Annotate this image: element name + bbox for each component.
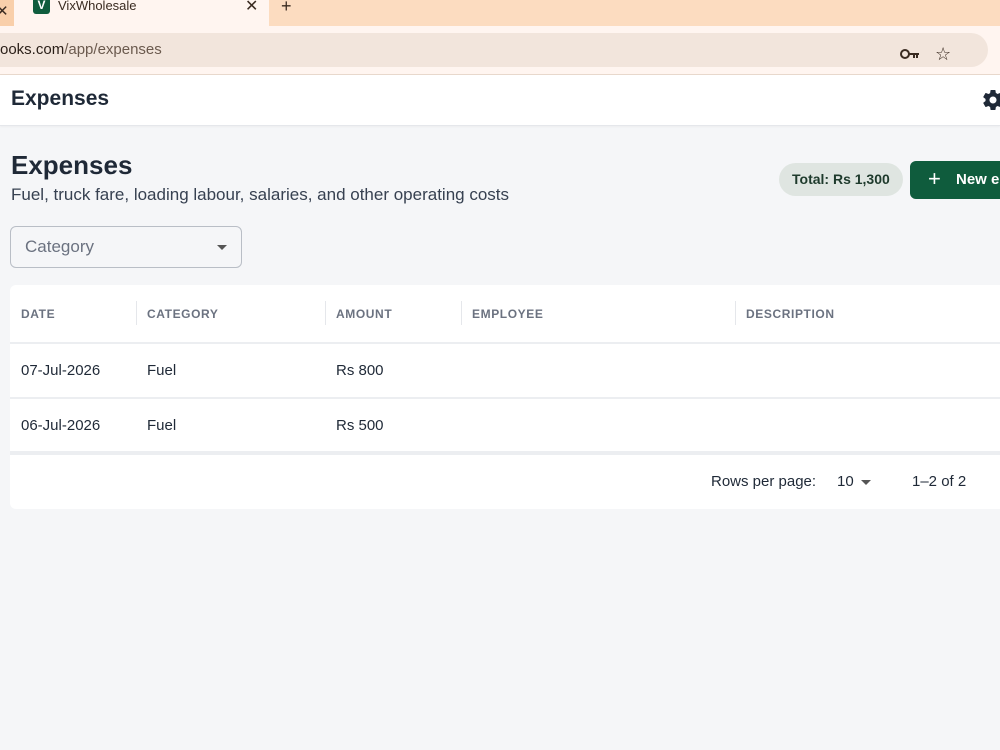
row-divider xyxy=(10,451,1000,455)
app-bar: Expenses xyxy=(0,75,1000,126)
plus-icon: + xyxy=(928,166,941,191)
new-expense-button-label: New e xyxy=(956,171,1000,188)
url-text[interactable]: ooks.com/app/expenses xyxy=(0,41,162,58)
cell-category: Fuel xyxy=(147,417,177,434)
cell-amount: Rs 800 xyxy=(336,362,384,379)
cell-category: Fuel xyxy=(147,362,177,379)
column-header-description[interactable]: DESCRIPTION xyxy=(746,307,835,321)
rows-per-page-select[interactable]: 10 xyxy=(837,473,854,490)
rows-per-page-label: Rows per page: xyxy=(711,473,817,490)
browser-toolbar: ooks.com/app/expenses ☆ xyxy=(0,26,1000,74)
app-bar-title: Expenses xyxy=(11,87,110,110)
total-badge: Total: Rs 1,300 xyxy=(779,163,903,196)
column-divider[interactable] xyxy=(735,301,736,325)
new-expense-button[interactable]: + New e xyxy=(910,161,1000,199)
row-divider xyxy=(10,397,1000,399)
url-path: /app/expenses xyxy=(64,41,162,58)
column-header-amount[interactable]: AMOUNT xyxy=(336,307,392,321)
header-divider xyxy=(10,342,1000,344)
column-divider[interactable] xyxy=(325,301,326,325)
category-select-placeholder: Category xyxy=(25,237,94,256)
browser-tab-active[interactable]: V VixWholesale ✕ xyxy=(14,0,269,26)
chevron-down-icon xyxy=(217,245,227,250)
close-icon[interactable]: ✕ xyxy=(0,2,9,20)
key-icon[interactable] xyxy=(900,48,920,60)
expenses-table: DATE CATEGORY AMOUNT EMPLOYEE DESCRIPTIO… xyxy=(10,285,1000,509)
cell-amount: Rs 500 xyxy=(336,417,384,434)
address-bar[interactable]: ooks.com/app/expenses ☆ xyxy=(0,33,988,67)
column-header-category[interactable]: CATEGORY xyxy=(147,307,218,321)
category-select[interactable]: Category xyxy=(10,226,242,268)
close-icon[interactable]: ✕ xyxy=(245,0,258,16)
chevron-down-icon[interactable] xyxy=(861,480,871,485)
cell-date: 06-Jul-2026 xyxy=(21,417,101,434)
page-title: Expenses xyxy=(11,150,133,180)
browser-tab-strip: ✕ V VixWholesale ✕ + xyxy=(0,0,1000,26)
plus-icon[interactable]: + xyxy=(281,0,292,17)
cell-date: 07-Jul-2026 xyxy=(21,362,101,379)
column-header-date[interactable]: DATE xyxy=(21,307,55,321)
pagination-range: 1–2 of 2 xyxy=(912,473,967,490)
column-divider[interactable] xyxy=(461,301,462,325)
column-divider[interactable] xyxy=(136,301,137,325)
browser-tab-previous[interactable]: ✕ xyxy=(0,0,14,26)
tab-title: VixWholesale xyxy=(58,0,137,13)
star-icon[interactable]: ☆ xyxy=(935,44,951,65)
favicon-icon: V xyxy=(33,0,50,14)
url-host: ooks.com xyxy=(0,41,65,58)
column-header-employee[interactable]: EMPLOYEE xyxy=(472,307,543,321)
gear-icon[interactable] xyxy=(981,88,1000,112)
page-subtitle: Fuel, truck fare, loading labour, salari… xyxy=(11,185,510,204)
